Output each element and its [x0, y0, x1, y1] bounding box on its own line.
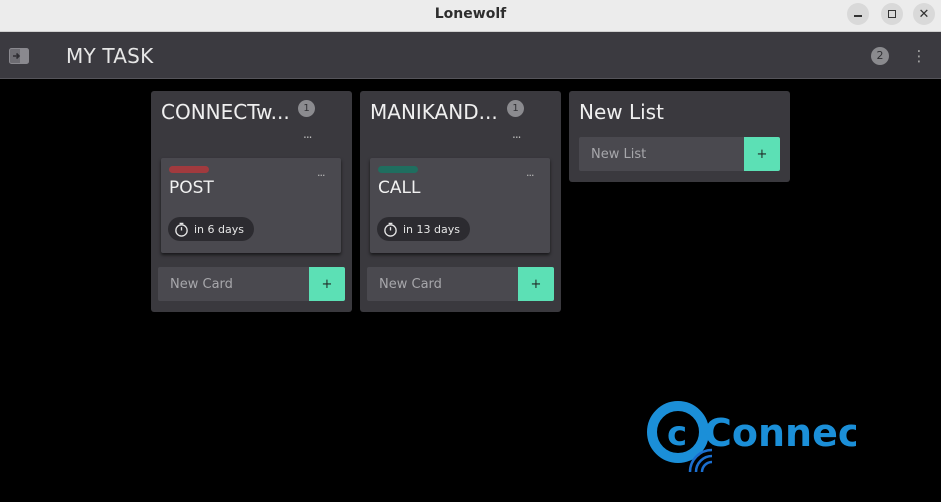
new-card-form: + [158, 267, 345, 301]
list-count-badge: 1 [298, 100, 315, 117]
new-card-form: + [367, 267, 554, 301]
card-title: POST [169, 178, 214, 198]
close-icon: ✕ [918, 6, 930, 22]
card-menu-icon[interactable]: ... [317, 166, 325, 179]
page-title: MY TASK [66, 44, 154, 68]
due-date-chip: in 13 days [377, 217, 470, 241]
due-date-chip: in 6 days [168, 217, 254, 241]
app-header: MY TASK 2 ⋮ [0, 32, 941, 79]
new-card-input[interactable] [158, 267, 309, 301]
notification-badge[interactable]: 2 [871, 47, 889, 65]
minimize-icon [854, 15, 862, 17]
svg-text:c: c [667, 414, 687, 454]
card-title: CALL [378, 178, 421, 198]
card-label [378, 166, 418, 173]
new-card-input[interactable] [367, 267, 518, 301]
add-card-button[interactable]: + [309, 267, 345, 301]
logo-text: Connect [704, 411, 856, 455]
sidebar-toggle-icon[interactable] [9, 48, 29, 64]
task-list: CONNECTw... 1 ... ... POST in 6 days + [151, 91, 352, 312]
card-label [169, 166, 209, 173]
timer-icon [384, 222, 397, 237]
new-list-panel: New List + [569, 91, 790, 182]
new-list-input[interactable] [579, 137, 745, 171]
list-title[interactable]: CONNECTw... [161, 100, 295, 124]
new-list-heading: New List [579, 100, 664, 124]
due-date-text: in 6 days [194, 222, 244, 236]
more-options-icon[interactable]: ⋮ [910, 47, 928, 65]
minimize-button[interactable] [847, 3, 869, 25]
close-button[interactable]: ✕ [913, 3, 935, 25]
add-card-button[interactable]: + [518, 267, 554, 301]
window-title: Lonewolf [434, 6, 507, 22]
due-date-text: in 13 days [403, 222, 460, 236]
list-count-badge: 1 [507, 100, 524, 117]
list-menu-icon[interactable]: ... [512, 127, 522, 141]
task-card[interactable]: ... CALL in 13 days [370, 158, 550, 253]
card-menu-icon[interactable]: ... [526, 166, 534, 179]
task-card[interactable]: ... POST in 6 days [161, 158, 341, 253]
task-list: MANIKAND... 1 ... ... CALL in 13 days + [360, 91, 561, 312]
window-titlebar: Lonewolf ✕ [0, 0, 941, 32]
maximize-icon [888, 10, 896, 18]
timer-icon [175, 222, 188, 237]
connect-logo: c Connect [647, 401, 856, 473]
maximize-button[interactable] [881, 3, 903, 25]
list-menu-icon[interactable]: ... [303, 127, 313, 141]
add-list-button[interactable]: + [744, 137, 780, 171]
list-title[interactable]: MANIKAND... [370, 100, 504, 124]
